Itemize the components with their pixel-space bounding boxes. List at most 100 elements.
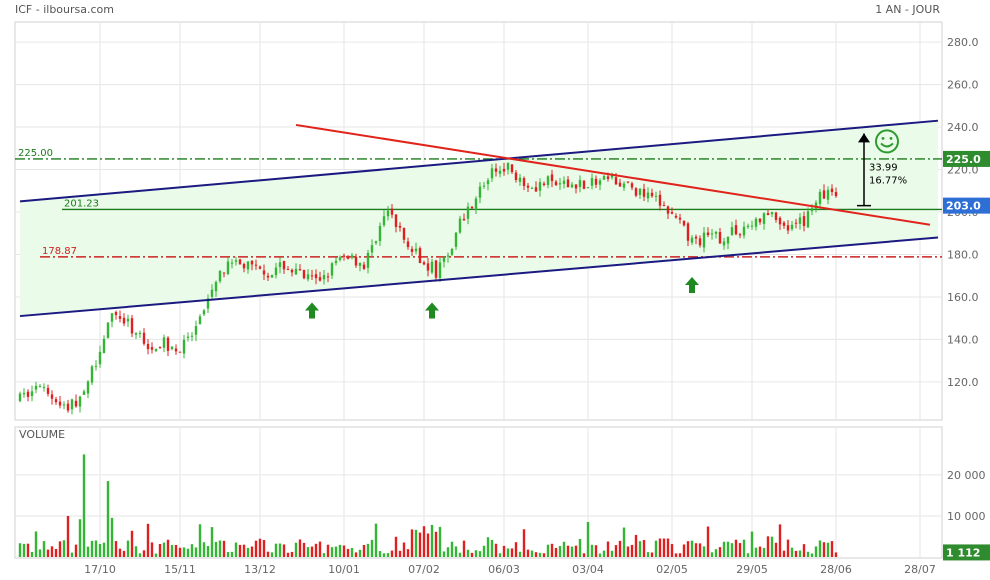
volume-bar [718, 547, 722, 557]
volume-bar [346, 548, 350, 557]
volume-bar [306, 547, 310, 557]
candle-body [726, 236, 730, 244]
candle-body [226, 261, 230, 274]
volume-bar [22, 543, 26, 557]
price-tick-label: 160.0 [947, 291, 979, 304]
volume-bar [514, 542, 518, 557]
candle-body [754, 218, 758, 227]
volume-bar [206, 546, 210, 557]
candle-body [30, 391, 34, 397]
candle-body [486, 180, 490, 185]
candle-body [458, 218, 462, 233]
candle-body [662, 205, 666, 207]
candle-body [274, 267, 278, 276]
candle-body [306, 274, 310, 280]
volume-bar [102, 542, 106, 557]
volume-bar [146, 523, 150, 557]
candle-body [54, 399, 58, 403]
volume-bar [674, 553, 678, 557]
candle-body [38, 386, 42, 388]
candle-body [130, 318, 134, 334]
candle-body [634, 188, 638, 196]
volume-bar [502, 545, 506, 557]
candle-body [530, 187, 534, 189]
volume-bar [162, 542, 166, 557]
volume-bar [638, 541, 642, 557]
candle-body [766, 213, 770, 216]
candle-body [650, 192, 654, 197]
volume-bar [458, 552, 462, 557]
candle-body [602, 176, 606, 180]
candle-body [542, 183, 546, 186]
volume-bar [278, 543, 282, 557]
volume-bar [126, 540, 130, 557]
candle-body [90, 366, 94, 383]
volume-bar [70, 552, 74, 557]
candle-body [574, 184, 578, 189]
candle-body [406, 241, 410, 248]
volume-bar [810, 553, 814, 557]
volume-bar [82, 454, 86, 557]
volume-bar [182, 547, 186, 557]
volume-bar [534, 552, 538, 557]
candle-body [346, 256, 350, 259]
candle-body [58, 401, 62, 406]
volume-bar [806, 551, 810, 557]
volume-bar [474, 550, 478, 557]
candle-body [50, 394, 54, 399]
volume-bar [174, 544, 178, 557]
volume-bar [290, 551, 294, 557]
volume-bar [606, 541, 610, 557]
volume-bar [74, 544, 78, 557]
volume-bar [738, 543, 742, 557]
volume-bar [78, 519, 82, 557]
volume-bar [550, 543, 554, 557]
volume-bar [758, 546, 762, 557]
volume-bar [254, 540, 258, 557]
candle-body [538, 182, 542, 191]
candle-body [190, 335, 194, 337]
volume-bar [62, 540, 66, 557]
candle-body [762, 213, 766, 224]
volume-bar [794, 550, 798, 557]
candle-body [434, 260, 438, 278]
candle-body [194, 326, 198, 335]
volume-bar [166, 539, 170, 557]
candle-body [198, 316, 202, 325]
volume-bar [262, 539, 266, 557]
volume-bar [366, 543, 370, 557]
candle-body [374, 241, 378, 243]
volume-bar [218, 540, 222, 557]
volume-bar [274, 543, 278, 557]
candle-body [178, 351, 182, 353]
candle-body [70, 399, 74, 410]
candle-body [298, 269, 302, 271]
candle-body [466, 206, 470, 219]
candle-body [314, 274, 318, 279]
candle-body [354, 256, 358, 266]
volume-bar [134, 546, 138, 557]
volume-bar [770, 536, 774, 557]
volume-bar [294, 542, 298, 557]
date-tick-label: 17/10 [84, 563, 116, 576]
volume-bar [46, 549, 50, 557]
volume-bar [398, 550, 402, 557]
candle-body [690, 237, 694, 243]
price-tick-label: 280.0 [947, 36, 979, 49]
candle-body [682, 220, 686, 226]
candle-body [670, 212, 674, 214]
candle-body [430, 261, 434, 273]
candle-body [310, 275, 314, 277]
candle-body [174, 348, 178, 352]
candle-body [750, 225, 754, 227]
volume-bar [106, 481, 110, 557]
volume-bar [154, 553, 158, 557]
candle-body [770, 212, 774, 215]
candle-body [506, 162, 510, 170]
volume-bar [598, 553, 602, 557]
volume-tag-label: 1 112 [946, 546, 980, 559]
volume-bar [178, 547, 182, 557]
volume-bar [570, 546, 574, 557]
volume-bar [242, 544, 246, 557]
candle-body [402, 227, 406, 240]
